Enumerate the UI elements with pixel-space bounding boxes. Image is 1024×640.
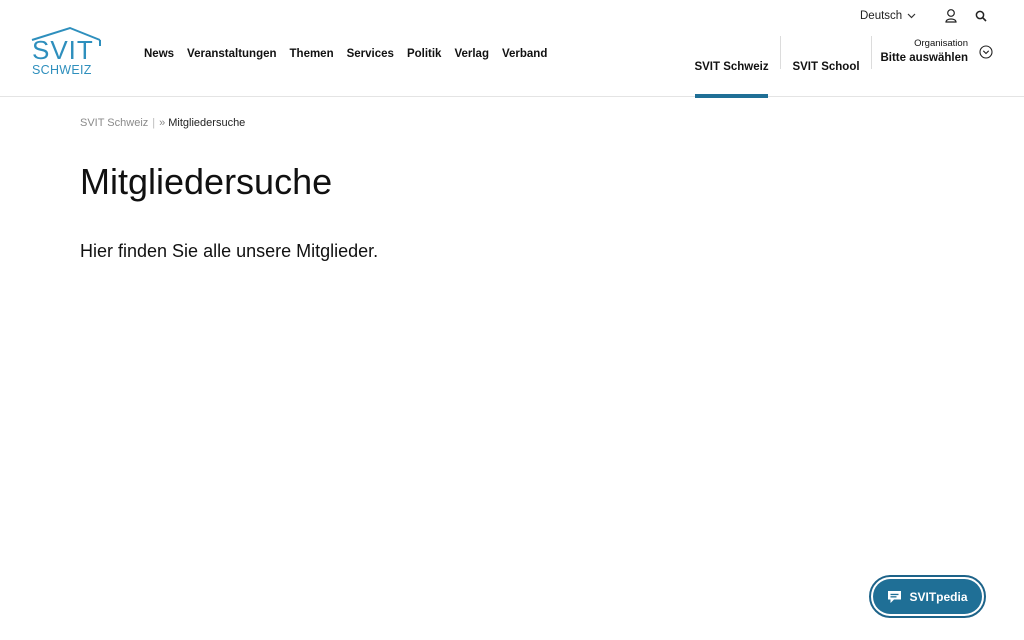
user-icon[interactable] <box>944 8 958 24</box>
tab-divider <box>871 36 872 69</box>
tab-svit-school[interactable]: SVIT School <box>782 36 870 97</box>
nav-themen[interactable]: Themen <box>290 48 334 60</box>
tab-svit-schweiz[interactable]: SVIT Schweiz <box>694 36 769 98</box>
chevron-down-icon <box>907 13 916 19</box>
breadcrumb-separator: | <box>152 117 156 129</box>
svitpedia-label: SVITpedia <box>909 589 968 604</box>
tab-svit-schweiz-label: SVIT Schweiz <box>694 60 769 73</box>
nav-veranstaltungen[interactable]: Veranstaltungen <box>187 48 276 60</box>
logo-text-svit: SVIT <box>32 35 94 65</box>
organisation-selector[interactable]: Organisation Bitte auswählen <box>880 38 996 70</box>
intro-text: Hier finden Sie alle unsere Mitglieder. <box>80 241 379 261</box>
language-selector[interactable]: Deutsch <box>860 10 916 22</box>
breadcrumb: SVIT Schweiz | » Mitgliedersuche <box>80 117 245 129</box>
svitpedia-button-inner: SVITpedia <box>873 579 982 614</box>
svit-logo[interactable]: SVIT SCHWEIZ <box>30 26 104 80</box>
organisation-small-label: Organisation <box>914 38 968 49</box>
nav-news[interactable]: News <box>144 48 174 60</box>
language-label: Deutsch <box>860 10 903 22</box>
nav-services[interactable]: Services <box>347 48 394 60</box>
breadcrumb-current: Mitgliedersuche <box>168 117 246 129</box>
site-header: SVIT SCHWEIZ News Veranstaltungen Themen… <box>0 0 1024 98</box>
breadcrumb-arrow: » <box>159 117 166 129</box>
nav-politik[interactable]: Politik <box>407 48 442 60</box>
active-tab-indicator <box>695 94 768 98</box>
chevron-circle-down-icon <box>979 45 993 59</box>
page-title: Mitgliedersuche <box>80 161 333 202</box>
main-navigation: News Veranstaltungen Themen Services Pol… <box>144 48 560 60</box>
tab-divider <box>780 36 781 69</box>
nav-verband[interactable]: Verband <box>502 48 547 60</box>
logo-text-schweiz: SCHWEIZ <box>32 63 92 77</box>
svitpedia-button[interactable]: SVITpedia <box>869 575 986 618</box>
organisation-value: Bitte auswählen <box>880 52 968 64</box>
tab-svit-school-label: SVIT School <box>792 60 860 73</box>
search-icon[interactable] <box>975 10 987 22</box>
chat-bubble-icon <box>888 590 902 603</box>
breadcrumb-home[interactable]: SVIT Schweiz <box>80 117 148 129</box>
nav-verlag[interactable]: Verlag <box>454 48 489 60</box>
